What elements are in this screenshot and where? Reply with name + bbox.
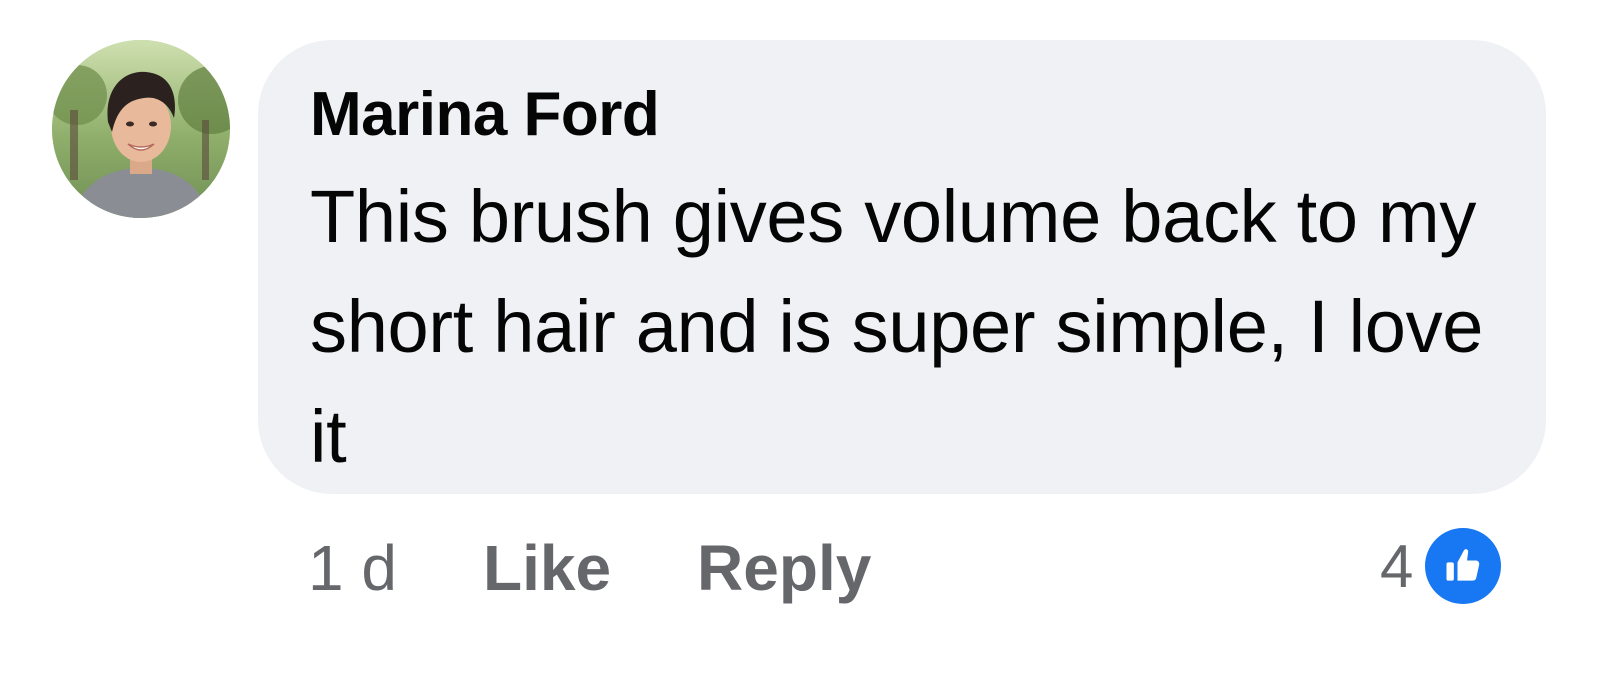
reaction-count: 4: [1380, 532, 1414, 600]
comment-bubble: Marina Ford This brush gives volume back…: [258, 40, 1546, 494]
comment-text: This brush gives volume back to my short…: [310, 175, 1484, 478]
comment-author[interactable]: Marina Ford: [310, 80, 1494, 150]
reaction-summary[interactable]: 4: [1380, 524, 1502, 608]
reply-button[interactable]: Reply: [697, 531, 871, 605]
comment: Marina Ford This brush gives volume back…: [0, 0, 1600, 679]
avatar[interactable]: [52, 40, 230, 218]
like-icon: [1425, 528, 1502, 604]
comment-timestamp[interactable]: 1 d: [308, 531, 397, 605]
avatar-photo: [52, 40, 230, 218]
comment-actions: 1 d Like Reply: [308, 528, 957, 608]
like-button[interactable]: Like: [483, 531, 611, 605]
thumbs-up-icon: [1446, 549, 1480, 581]
